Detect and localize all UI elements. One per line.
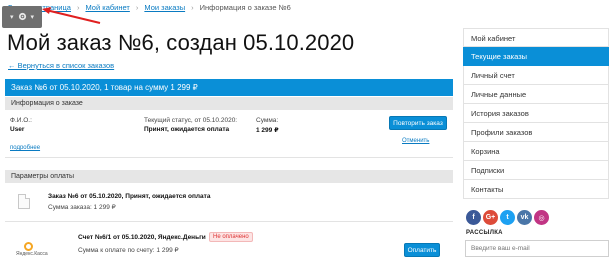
google-plus-icon[interactable]: G+ bbox=[483, 210, 498, 225]
unpaid-badge: Не оплачено bbox=[209, 232, 253, 242]
payment-heading: Параметры оплаты bbox=[5, 170, 453, 183]
payment-order-sum: Сумма заказа: 1 299 ₽ bbox=[48, 204, 116, 211]
annotation-arrow-icon bbox=[42, 7, 101, 24]
page-title: Мой заказ №6, создан 05.10.2020 bbox=[7, 30, 355, 55]
sidebar-item[interactable]: Мой кабинет bbox=[463, 28, 609, 47]
chevron-down-icon[interactable]: ▾ bbox=[10, 13, 14, 21]
fio-label: Ф.И.О.: bbox=[10, 117, 32, 124]
sidebar-item[interactable]: Подписки bbox=[463, 161, 609, 180]
yandex-kassa-logo: Яндекс.Касса bbox=[16, 242, 48, 257]
invoice-title: Счет №6/1 от 05.10.2020, Яндекс.Деньги bbox=[78, 234, 206, 241]
pay-button[interactable]: Оплатить bbox=[404, 243, 440, 257]
admin-toolbar[interactable]: ▾ ▾ bbox=[2, 6, 42, 28]
instagram-icon[interactable]: ◎ bbox=[534, 210, 549, 225]
payment-order-line: Заказ №6 от 05.10.2020, Принят, ожидаетс… bbox=[48, 193, 211, 200]
order-summary-bar: Заказ №6 от 05.10.2020, 1 товар на сумму… bbox=[5, 79, 453, 96]
cancel-order-link[interactable]: Отменить bbox=[402, 138, 429, 144]
sidebar-item[interactable]: Корзина bbox=[463, 142, 609, 161]
yandex-kassa-icon bbox=[23, 242, 33, 251]
sidebar-item[interactable]: Личный счет bbox=[463, 66, 609, 85]
sidebar-nav: Мой кабинет Текущие заказы Личный счет Личн… bbox=[463, 28, 609, 199]
order-details-link[interactable]: подробнее bbox=[10, 145, 40, 151]
sidebar-item[interactable]: История заказов bbox=[463, 104, 609, 123]
chevron-down-icon[interactable]: ▾ bbox=[31, 13, 35, 21]
order-info-heading: Информация о заказе bbox=[5, 97, 453, 110]
sum-value: 1 299 ₽ bbox=[256, 127, 279, 134]
breadcrumb-current: Информация о заказе №6 bbox=[199, 3, 291, 12]
invoice-sum: Сумма к оплате по счету: 1 299 ₽ bbox=[78, 247, 179, 254]
status-label: Текущий статус, от 05.10.2020: bbox=[144, 117, 238, 124]
vk-icon[interactable]: vk bbox=[517, 210, 532, 225]
sidebar-item[interactable]: Профили заказов bbox=[463, 123, 609, 142]
breadcrumb-orders[interactable]: Мои заказы bbox=[144, 3, 185, 12]
social-links: f G+ t vk ◎ bbox=[466, 210, 549, 225]
document-icon bbox=[18, 194, 30, 209]
twitter-icon[interactable]: t bbox=[500, 210, 515, 225]
subscribe-title: РАССЫЛКА bbox=[466, 230, 503, 236]
sum-label: Сумма: bbox=[256, 117, 279, 124]
status-value: Принят, ожидается оплата bbox=[144, 126, 230, 133]
back-to-orders-link[interactable]: ← Вернуться в список заказов bbox=[8, 61, 114, 70]
fio-value: User bbox=[10, 126, 25, 133]
repeat-order-button[interactable]: Повторить заказ bbox=[389, 116, 447, 130]
sidebar-item[interactable]: Личные данные bbox=[463, 85, 609, 104]
facebook-icon[interactable]: f bbox=[466, 210, 481, 225]
divider bbox=[5, 157, 453, 158]
sidebar-item[interactable]: Текущие заказы bbox=[463, 47, 609, 66]
sidebar-item[interactable]: Контакты bbox=[463, 180, 609, 199]
subscribe-email-input[interactable] bbox=[465, 240, 609, 257]
page: Главная страница›Мой кабинет›Мои заказы›… bbox=[0, 0, 609, 276]
divider bbox=[5, 221, 453, 222]
gear-icon[interactable] bbox=[18, 12, 27, 23]
